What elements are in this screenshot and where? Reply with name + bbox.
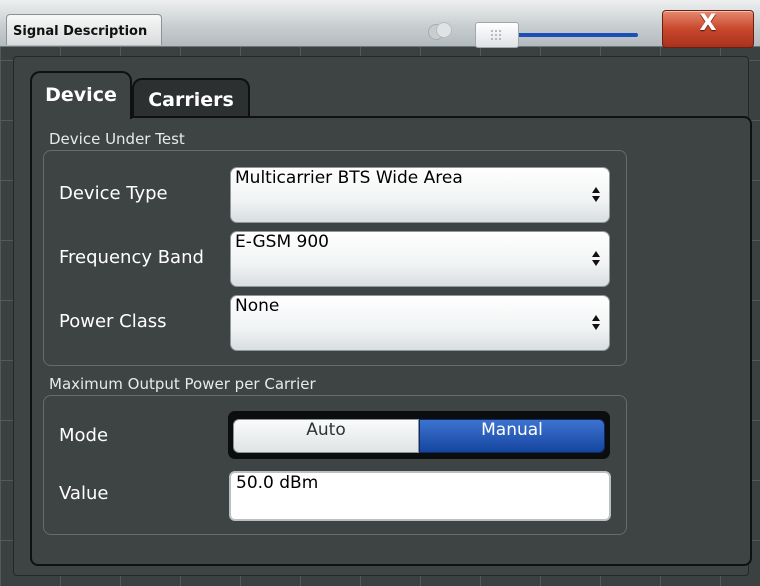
mode-manual-button[interactable]: Manual bbox=[419, 419, 605, 453]
device-type-label: Device Type bbox=[59, 183, 168, 204]
mode-label: Mode bbox=[59, 425, 109, 446]
dropdown-arrow-icon bbox=[591, 185, 601, 205]
frequency-band-select[interactable]: E-GSM 900 bbox=[230, 231, 610, 287]
status-dots-icon bbox=[428, 22, 454, 40]
title-bar[interactable]: Signal Description X bbox=[0, 0, 760, 48]
power-class-value: None bbox=[235, 296, 280, 316]
mode-toggle: Auto Manual bbox=[228, 411, 610, 459]
tab-device[interactable]: Device bbox=[30, 71, 132, 119]
slider-grip-icon bbox=[490, 29, 502, 41]
transparency-slider-track[interactable] bbox=[508, 33, 638, 37]
frequency-band-label: Frequency Band bbox=[59, 247, 204, 268]
device-type-select[interactable]: Multicarrier BTS Wide Area bbox=[230, 167, 610, 223]
transparency-slider-thumb[interactable] bbox=[475, 22, 519, 48]
close-button[interactable]: X bbox=[662, 10, 754, 48]
dialog-title: Signal Description bbox=[6, 14, 163, 45]
device-under-test-title: Device Under Test bbox=[49, 130, 185, 148]
value-input[interactable]: 50.0 dBm bbox=[229, 471, 611, 521]
tab-carriers[interactable]: Carriers bbox=[132, 78, 250, 118]
power-class-label: Power Class bbox=[59, 311, 167, 332]
dialog-title-text: Signal Description bbox=[13, 24, 148, 39]
device-type-value: Multicarrier BTS Wide Area bbox=[235, 168, 463, 188]
dropdown-arrow-icon bbox=[591, 313, 601, 333]
max-output-power-title: Maximum Output Power per Carrier bbox=[49, 375, 316, 393]
frequency-band-value: E-GSM 900 bbox=[235, 232, 329, 252]
mode-auto-button[interactable]: Auto bbox=[233, 419, 419, 453]
value-label: Value bbox=[59, 483, 109, 504]
dropdown-arrow-icon bbox=[591, 249, 601, 269]
value-input-text: 50.0 dBm bbox=[236, 473, 319, 493]
close-icon: X bbox=[699, 11, 717, 36]
power-class-select[interactable]: None bbox=[230, 295, 610, 351]
